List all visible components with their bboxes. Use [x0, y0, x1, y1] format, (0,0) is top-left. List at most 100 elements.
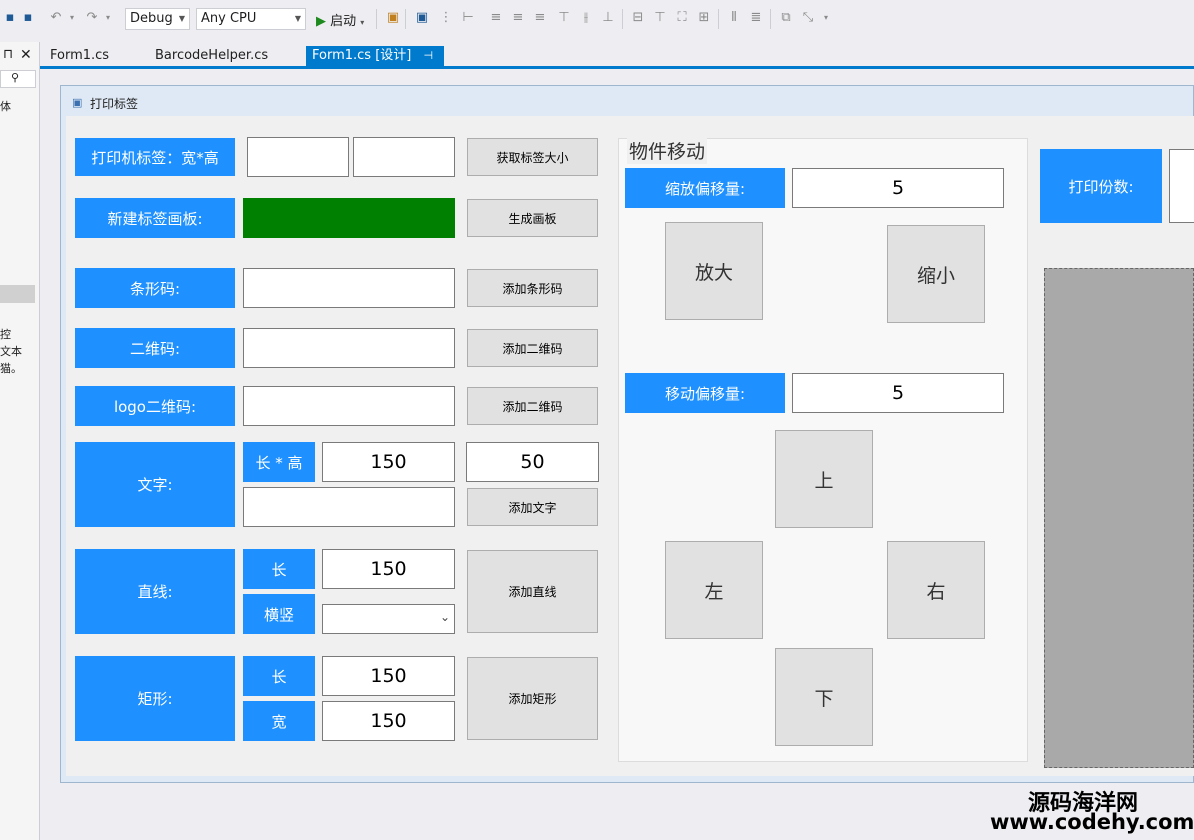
add-text-button[interactable]: 添加文字 [467, 488, 598, 526]
form-title: 打印标签 [90, 97, 139, 111]
redo-dropdown-icon[interactable]: ▾ [100, 10, 116, 26]
line-length-input[interactable]: 150 [322, 549, 455, 589]
chevron-down-icon: ▾ [360, 18, 365, 27]
rect-width-label: 宽 [243, 701, 315, 741]
start-button[interactable]: ▶ 启动 ▾ [316, 10, 364, 29]
align-middle-icon[interactable]: ⫲ [578, 10, 594, 26]
search-icon: ⚲ [11, 71, 20, 84]
move-down-button[interactable]: 下 [775, 648, 873, 746]
text-content-input[interactable] [243, 487, 455, 527]
add-line-button[interactable]: 添加直线 [467, 550, 598, 633]
move-right-button[interactable]: 右 [887, 541, 985, 639]
platform-value: Any CPU [201, 11, 257, 26]
align-right-icon[interactable]: ≡ [510, 10, 526, 26]
logo-qrcode-input[interactable] [243, 386, 455, 426]
tab-form1-cs[interactable]: Form1.cs [44, 46, 115, 68]
scale-offset-label: 缩放偏移量: [625, 168, 785, 208]
config-select[interactable]: Debug ▼ [125, 8, 190, 30]
form-icon: ▣ [72, 96, 83, 109]
pin-icon[interactable]: ⊓ [3, 47, 13, 62]
barcode-label: 条形码: [75, 268, 235, 308]
align-icon[interactable]: ⋮ [438, 10, 454, 26]
add-barcode-button[interactable]: 添加条形码 [467, 269, 598, 307]
move-up-button[interactable]: 上 [775, 430, 873, 528]
bring-front-icon[interactable]: ⧉ [778, 10, 794, 26]
align-bottom-icon[interactable]: ⊥ [600, 10, 616, 26]
line-direction-label: 横竖 [243, 594, 315, 634]
label-height-input[interactable] [353, 137, 455, 177]
start-label: 启动 [330, 14, 357, 29]
line-direction-select[interactable]: ⌄ [322, 604, 455, 634]
pane-selected-item[interactable] [0, 285, 35, 303]
label-width-input[interactable] [247, 137, 349, 177]
rect-length-label: 长 [243, 656, 315, 696]
chevron-down-icon: ▼ [294, 14, 301, 23]
label-canvas-panel[interactable] [1044, 268, 1194, 768]
align-left-icon[interactable]: ⊢ [460, 10, 476, 26]
rect-label: 矩形: [75, 656, 235, 741]
close-icon[interactable]: ✕ [20, 47, 32, 63]
tab-form1-design[interactable]: Form1.cs [设计] ⊣ ✕ [306, 46, 444, 83]
move-offset-input[interactable]: 5 [792, 373, 1004, 413]
add-qrcode-button[interactable]: 添加二维码 [467, 329, 598, 367]
align-top-icon[interactable]: ⊤ [556, 10, 572, 26]
separator [405, 9, 406, 29]
redo-icon[interactable]: ↷ [84, 10, 100, 26]
play-icon: ▶ [316, 14, 326, 29]
undo-icon[interactable]: ↶ [48, 10, 64, 26]
toolbox-icon[interactable]: ▣ [385, 10, 401, 26]
send-back-icon[interactable]: ⤡ [800, 10, 816, 26]
rect-width-input[interactable]: 150 [322, 701, 455, 741]
same-size-icon[interactable]: ⛶ [674, 10, 690, 26]
tab-label: BarcodeHelper.cs [155, 48, 269, 63]
pane-text: 猫。 [0, 362, 22, 375]
qrcode-input[interactable] [243, 328, 455, 368]
get-label-size-button[interactable]: 获取标签大小 [467, 138, 598, 176]
pin-icon[interactable]: ⊣ [424, 49, 434, 62]
align-grid-icon[interactable]: ▣ [414, 10, 430, 26]
move-left-button[interactable]: 左 [665, 541, 763, 639]
same-width-icon[interactable]: ⊟ [630, 10, 646, 26]
same-height-icon[interactable]: ⊤ [652, 10, 668, 26]
vspace-icon[interactable]: ≣ [748, 10, 764, 26]
size-to-grid-icon[interactable]: ⊞ [696, 10, 712, 26]
tab-barcodehelper-cs[interactable]: BarcodeHelper.cs [149, 46, 274, 68]
left-pane: ⊓ ✕ ⚲ 体 控 文本 猫。 [0, 42, 40, 840]
move-group-title: 物件移动 [627, 137, 708, 164]
text-label: 文字: [75, 442, 235, 527]
pane-text: 体 [0, 100, 11, 113]
align-right-edge-icon[interactable]: ≡ [532, 10, 548, 26]
tab-label: Form1.cs [50, 48, 110, 63]
canvas-color-panel[interactable] [243, 198, 455, 238]
platform-select[interactable]: Any CPU ▼ [196, 8, 306, 30]
zoom-in-button[interactable]: 放大 [665, 222, 763, 320]
generate-canvas-button[interactable]: 生成画板 [467, 199, 598, 237]
zoom-out-button[interactable]: 缩小 [887, 225, 985, 323]
add-rect-button[interactable]: 添加矩形 [467, 657, 598, 740]
undo-dropdown-icon[interactable]: ▾ [64, 10, 80, 26]
move-offset-label: 移动偏移量: [625, 373, 785, 413]
text-width-input[interactable]: 150 [322, 442, 455, 482]
text-height-input[interactable]: 50 [466, 442, 599, 482]
new-canvas-label: 新建标签画板: [75, 198, 235, 238]
barcode-input[interactable] [243, 268, 455, 308]
copies-label: 打印份数: [1040, 149, 1162, 223]
add-logo-qrcode-button[interactable]: 添加二维码 [467, 387, 598, 425]
align-center-icon[interactable]: ≡ [488, 10, 504, 26]
chevron-down-icon: ⌄ [439, 610, 450, 624]
save-icon[interactable]: ▪ [2, 10, 18, 26]
rect-length-input[interactable]: 150 [322, 656, 455, 696]
watermark-url: www.codehy.com [990, 810, 1194, 834]
separator [770, 9, 771, 29]
save-all-icon[interactable]: ▪ [20, 10, 36, 26]
chevron-down-icon: ▼ [178, 14, 185, 23]
qrcode-label: 二维码: [75, 328, 235, 368]
text-size-label: 长 * 高 [243, 442, 315, 482]
label-size-label: 打印机标签：宽*高 [75, 138, 235, 176]
search-input[interactable]: ⚲ [0, 70, 36, 88]
copies-input[interactable] [1169, 149, 1194, 223]
logo-qrcode-label: logo二维码: [75, 386, 235, 426]
chevron-down-icon[interactable]: ▾ [818, 10, 834, 26]
hspace-icon[interactable]: ⫴ [726, 10, 742, 26]
scale-offset-input[interactable]: 5 [792, 168, 1004, 208]
